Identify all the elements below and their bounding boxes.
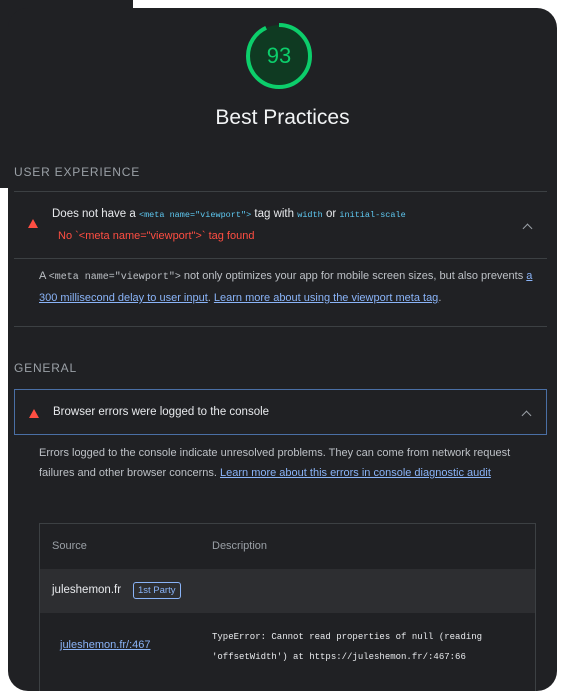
divider: [14, 326, 547, 327]
audit-viewport-title: Does not have a <meta name="viewport"> t…: [52, 208, 406, 220]
audit-viewport-header[interactable]: Does not have a <meta name="viewport"> t…: [14, 192, 547, 258]
column-header-description: Description: [212, 540, 268, 552]
audit-console-errors-header[interactable]: Browser errors were logged to the consol…: [14, 389, 547, 435]
learn-more-viewport-link[interactable]: Learn more about using the viewport meta…: [214, 292, 438, 304]
code-snippet: <meta name="viewport">: [138, 210, 252, 220]
error-description: TypeError: Cannot read properties of nul…: [212, 632, 483, 662]
code-snippet: initial-scale: [339, 210, 406, 220]
divider: [14, 258, 547, 259]
source-link[interactable]: juleshemon.fr/:467: [60, 639, 151, 651]
audit-viewport-description: A <meta name="viewport"> not only optimi…: [39, 270, 533, 304]
score-gauge[interactable]: 93: [243, 20, 315, 92]
audit-console-errors-title: Browser errors were logged to the consol…: [53, 406, 270, 418]
column-header-source: Source: [52, 540, 87, 552]
section-label-general: GENERAL: [14, 361, 77, 375]
console-errors-table: Source Description juleshemon.fr 1st Par…: [39, 523, 536, 691]
chevron-up-icon[interactable]: [521, 410, 532, 421]
chevron-up-icon[interactable]: [522, 223, 533, 234]
score-value: 93: [266, 43, 292, 68]
fail-triangle-icon: [28, 219, 38, 228]
fail-triangle-icon: [29, 409, 39, 418]
audit-console-errors-description: Errors logged to the console indicate un…: [39, 447, 511, 479]
lighthouse-report-panel: 93 Best Practices USER EXPERIENCE Does n…: [8, 8, 557, 691]
first-party-badge: 1st Party: [133, 582, 181, 599]
code-snippet: <meta name="viewport">: [48, 272, 181, 283]
table-group-row: juleshemon.fr 1st Party: [40, 569, 535, 613]
audit-viewport-display-value: No `<meta name="viewport">` tag found: [58, 230, 255, 242]
category-title: Best Practices: [215, 106, 350, 129]
learn-more-console-link[interactable]: Learn more about this errors in console …: [220, 467, 491, 479]
entity-name: juleshemon.fr: [52, 584, 122, 596]
section-label-user-experience: USER EXPERIENCE: [14, 165, 141, 179]
code-snippet: width: [297, 210, 323, 220]
